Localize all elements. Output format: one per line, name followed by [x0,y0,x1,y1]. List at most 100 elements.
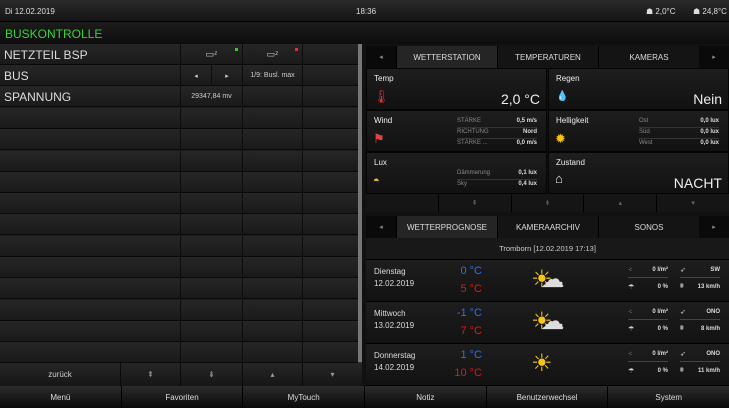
rain-probability: ☂ 0 % [628,324,668,337]
scroll-up-button[interactable]: ▴ [242,363,302,386]
date-text: Di 12.02.2019 [5,7,55,16]
empty-cell [242,257,302,278]
day-date: 12.02.2019 [374,279,415,288]
rain-probability: ☂ 0 % [628,282,668,295]
list-item-bus: BUS ◂ ▸ 1/9: Busl. max [0,65,358,86]
tab-sonos[interactable]: SONOS [598,216,699,238]
wind-icon: ⩩ [680,283,684,290]
tab-kameraarchiv[interactable]: KAMERAARCHIV [497,216,598,238]
wind-speed: ⩩ 8 km/h [680,324,720,337]
scroll-up-button[interactable]: ▴ [583,194,656,212]
empty-cell [242,342,302,364]
tab-kameras[interactable]: KAMERAS [598,46,699,68]
empty-cell [302,278,358,300]
windsock-icon: ⚑ [373,131,385,146]
empty-row [0,171,358,193]
system-button[interactable]: System [607,386,729,408]
tab-temperaturen[interactable]: TEMPERATUREN [497,46,598,68]
clock-text: 18:36 [356,7,377,16]
forecast-day: Dienstag 12.02.2019 0 °C 5 °C ☀☁ ⁖ 0 l/m² … [366,260,729,302]
switch-user-button[interactable]: Benutzerwechsel [485,386,608,408]
row-label: BUS [4,69,29,83]
empty-row [0,278,358,300]
rain-value: 0 l/m² [652,351,668,357]
tab-next-button[interactable]: ▸ [699,46,729,68]
wind-direction: ➶ ONO [680,307,720,320]
empty-cell [366,194,438,212]
rain-probability: ☂ 0 % [628,366,668,379]
row-label: NETZTEIL BSP [4,48,88,62]
empty-cell [302,320,358,342]
page-up-button[interactable]: ⇞ [120,363,180,386]
kv-value: 0,0 lux [700,129,719,135]
prob-value: 0 % [657,368,668,374]
empty-cell [302,214,358,236]
tab-next-button[interactable]: ▸ [699,216,729,238]
tile-wind[interactable]: Wind ⚑ STÄRKE 0,5 m/s RICHTUNG Nord STÄRKE… [366,110,547,152]
station-tabs: ◂ WETTERSTATION TEMPERATUREN KAMERAS ▸ [366,46,729,68]
day-name: Dienstag [374,267,406,276]
tile-lux[interactable]: Lux ◓ Dämmerung 0,1 lux Sky 0,4 lux [366,152,547,194]
page-down-button[interactable]: ⇟ [510,194,584,212]
empty-row [0,214,358,236]
tab-wetterprognose[interactable]: WETTERPROGNOSE [396,216,497,238]
day-name: Donnerstag [374,351,416,360]
rain-amount: ⁖ 0 l/m² [628,349,668,362]
kv-value: 0,0 lux [700,140,719,146]
prev-button[interactable]: ◂ [180,65,211,86]
status-led-red [295,48,298,51]
back-button[interactable]: zurück [0,363,120,386]
tile-helligkeit[interactable]: Helligkeit ✹ Ost 0,0 lux Süd 0,0 lux West 0… [548,110,729,152]
scrollbar[interactable] [358,44,362,363]
scrollbar-thumb[interactable] [358,44,362,362]
tile-regen[interactable]: Regen 💧 Nein [548,68,729,110]
empty-cell [180,171,242,193]
scroll-down-button[interactable]: ▾ [656,194,729,212]
forecast-day: Donnerstag 14.02.2019 1 °C 10 °C ☀ ⁖ 0 l/m… [366,344,729,386]
empty-cell [242,214,302,236]
wind-direction: ➶ ONO [680,349,720,362]
station-nav-bar: ⇞ ⇟ ▴ ▾ [366,194,729,212]
plug-icon: ▭ᶻ [266,49,279,59]
wind-arrow-icon: ➶ [680,351,686,358]
empty-row [0,257,358,278]
empty-cell [242,86,302,107]
power-off-button[interactable]: ▭ᶻ [242,44,302,65]
empty-cell [302,150,358,172]
wind-value: 13 km/h [697,284,720,290]
favorites-button[interactable]: Favoriten [120,386,243,408]
empty-cell [302,235,358,257]
empty-cell [242,171,302,193]
empty-cell [242,129,302,151]
day-date: 13.02.2019 [374,321,415,330]
tile-label: Zustand [556,158,585,167]
row-label: SPANNUNG [4,90,72,104]
page-up-button[interactable]: ⇞ [437,194,511,212]
house-icon: ☗ [693,7,701,16]
wind-speed: ⩩ 11 km/h [680,366,720,379]
power-on-button[interactable]: ▭ᶻ [180,44,242,65]
forecast-date: Donnerstag 14.02.2019 [374,350,415,374]
kv-value: 0,5 m/s [516,118,537,124]
sun-icon: ✹ [555,131,566,146]
raindrops-icon: ⁖ [628,267,633,274]
page-down-button[interactable]: ⇟ [180,363,242,386]
menu-button[interactable]: Menü [0,386,121,408]
mytouch-button[interactable]: MyTouch [242,386,364,408]
wind-arrow-icon: ➶ [680,267,686,274]
tile-zustand[interactable]: Zustand ⌂ NACHT [548,152,729,194]
note-button[interactable]: Notiz [364,386,486,408]
tile-temp[interactable]: Temp 🌡 2,0 °C [366,68,547,110]
voltage-value: 29347,84 mv [180,86,242,107]
outdoor-temp: ☗ 2,0°C [646,7,676,16]
kv-value: 0,1 lux [518,170,537,176]
plug-icon: ▭ᶻ [205,49,218,59]
scroll-down-button[interactable]: ▾ [302,363,362,386]
wind-value: 8 km/h [700,326,720,332]
tab-prev-button[interactable]: ◂ [366,216,396,238]
empty-cell [302,193,358,215]
tab-wetterstation[interactable]: WETTERSTATION [396,46,497,68]
rain-value: 0 l/m² [652,267,668,273]
tab-prev-button[interactable]: ◂ [366,46,396,68]
next-button[interactable]: ▸ [211,65,242,86]
